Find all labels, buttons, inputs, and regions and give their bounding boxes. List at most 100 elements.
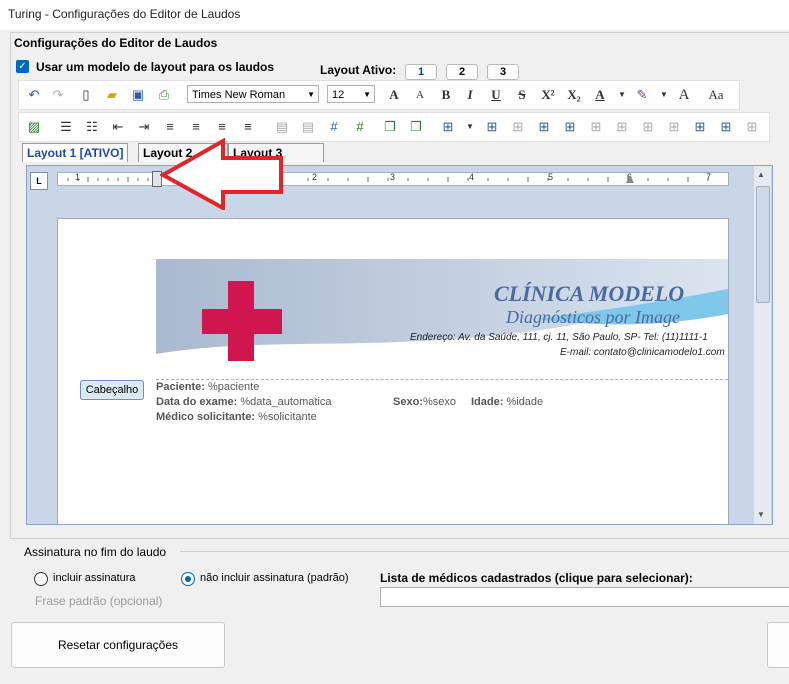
use-layout-label[interactable]: Usar um modelo de layout para os laudos — [36, 60, 274, 74]
scroll-down-icon[interactable]: ▼ — [757, 510, 765, 519]
chevron-down-icon: ▼ — [307, 90, 315, 99]
table-icon[interactable]: ⊞ — [587, 118, 605, 136]
chevron-down-icon[interactable]: ▼ — [613, 86, 631, 104]
reset-settings-button[interactable]: Resetar configurações — [11, 622, 225, 668]
shrink-font-button[interactable]: A — [411, 86, 429, 104]
table-icon[interactable]: ⊞ — [613, 118, 631, 136]
table-icon[interactable]: ⊞ — [691, 118, 709, 136]
superscript-button[interactable]: X² — [539, 86, 557, 104]
table-icon[interactable]: ⊞ — [743, 118, 761, 136]
annotation-arrow-icon — [160, 138, 283, 210]
tab-stop-selector[interactable]: L — [30, 172, 48, 190]
sex-label: Sexo: — [393, 396, 423, 408]
doctors-list[interactable] — [380, 587, 789, 607]
bold-button[interactable]: B — [437, 86, 455, 104]
horizontal-ruler[interactable]: 1 2 3 4 5 6 7 — [57, 171, 729, 187]
layout-1-button[interactable]: 1 — [405, 64, 437, 80]
increase-indent-icon[interactable]: ⇥ — [135, 118, 153, 136]
table-icon[interactable]: ⊞ — [639, 118, 657, 136]
highlight-icon[interactable]: ✎ — [633, 86, 651, 104]
align-left-icon[interactable]: ≡ — [161, 118, 179, 136]
layout-3-button[interactable]: 3 — [487, 64, 519, 80]
page-icon[interactable]: ▤ — [273, 118, 291, 136]
section-divider — [180, 551, 789, 552]
sex-field: Sexo:%sexo — [393, 396, 456, 408]
exclude-signature-label[interactable]: não incluir assinatura (padrão) — [200, 572, 349, 584]
tab-layout-1[interactable]: Layout 1 [ATIVO] — [22, 143, 129, 162]
numbered-list-icon[interactable]: ☷ — [83, 118, 101, 136]
save-icon[interactable]: ▣ — [129, 86, 147, 104]
formatting-toolbar: ↶ ↷ ▯ ▰ ▣ ⎙ Times New Roman ▼ 12 ▼ A A B I… — [18, 80, 740, 110]
decrease-indent-icon[interactable]: ⇤ — [109, 118, 127, 136]
exclude-signature-radio[interactable] — [181, 572, 195, 586]
clinic-header-banner: CLÍNICA MODELO Diagnósticos por Image En… — [156, 259, 728, 374]
justify-icon[interactable]: ≡ — [239, 118, 257, 136]
font-size-value: 12 — [332, 89, 345, 101]
include-signature-radio[interactable] — [34, 572, 48, 586]
underline-button[interactable]: U — [487, 86, 505, 104]
chevron-down-icon[interactable]: ▼ — [655, 86, 673, 104]
field-icon[interactable]: # — [325, 118, 343, 136]
patient-field: Paciente: %paciente — [156, 381, 259, 393]
copy-format-icon[interactable]: ❐ — [381, 118, 399, 136]
red-cross-logo-bar — [202, 309, 282, 334]
table-icon[interactable]: ⊞ — [717, 118, 735, 136]
chevron-down-icon[interactable]: ▼ — [461, 118, 479, 136]
align-center-icon[interactable]: ≡ — [187, 118, 205, 136]
layout-tabs: Layout 1 [ATIVO] Layout 2 Layout 3 — [22, 143, 782, 163]
ruler-number: 4 — [469, 172, 475, 182]
right-indent-marker[interactable] — [626, 175, 634, 183]
strikethrough-button[interactable]: S — [513, 86, 531, 104]
table-icon[interactable]: ⊞ — [535, 118, 553, 136]
include-signature-label[interactable]: incluir assinatura — [53, 572, 136, 584]
clinic-email: E-mail: contato@clinicamodelo1.com — [560, 347, 725, 358]
paste-format-icon[interactable]: ❐ — [407, 118, 425, 136]
italic-button[interactable]: I — [461, 86, 479, 104]
align-right-icon[interactable]: ≡ — [213, 118, 231, 136]
clinic-address: Endereço: Av. da Saúde, 111, cj. 11, São… — [410, 332, 708, 343]
grow-font-button[interactable]: A — [385, 86, 403, 104]
font-color-button[interactable]: A — [591, 86, 609, 104]
window-title: Turing - Configurações do Editor de Laud… — [8, 7, 241, 21]
layout-2-button[interactable]: 2 — [446, 64, 478, 80]
insert-table-icon[interactable]: ⊞ — [439, 118, 457, 136]
subscript-button[interactable]: X₂ — [565, 86, 583, 104]
secondary-button[interactable] — [767, 622, 789, 668]
field-icon[interactable]: # — [351, 118, 369, 136]
signature-section-title: Assinatura no fim do laudo — [24, 545, 167, 559]
age-value: %idade — [506, 396, 544, 408]
ruler-number: 3 — [390, 172, 396, 182]
print-preview-icon[interactable]: ⎙ — [155, 86, 173, 104]
exam-date-value: %data_automatica — [240, 396, 332, 408]
undo-icon[interactable]: ↶ — [25, 86, 43, 104]
bullet-list-icon[interactable]: ☰ — [57, 118, 75, 136]
page-icon[interactable]: ▤ — [299, 118, 317, 136]
doctor-value: %solicitante — [258, 411, 317, 423]
document-page[interactable]: CLÍNICA MODELO Diagnósticos por Image En… — [57, 218, 729, 524]
scroll-up-icon[interactable]: ▲ — [757, 170, 765, 179]
patient-label: Paciente: — [156, 381, 205, 393]
font-size-select[interactable]: 12 ▼ — [327, 85, 375, 103]
table-icon[interactable]: ⊞ — [509, 118, 527, 136]
chevron-down-icon: ▼ — [363, 90, 371, 99]
change-case-button[interactable]: Aa — [701, 86, 731, 104]
clinic-subtitle: Diagnósticos por Image — [506, 307, 680, 327]
table-icon[interactable]: ⊞ — [483, 118, 501, 136]
table-icon[interactable]: ⊞ — [561, 118, 579, 136]
header-section-tag[interactable]: Cabeçalho — [80, 380, 144, 400]
redo-icon[interactable]: ↷ — [49, 86, 67, 104]
font-family-value: Times New Roman — [192, 89, 286, 101]
scroll-thumb[interactable] — [756, 186, 770, 303]
sex-value: %sexo — [422, 396, 456, 408]
vertical-scrollbar[interactable]: ▲ ▼ — [754, 166, 771, 524]
use-layout-checkbox[interactable]: ✓ — [16, 60, 29, 73]
open-folder-icon[interactable]: ▰ — [103, 86, 121, 104]
new-document-icon[interactable]: ▯ — [77, 86, 95, 104]
document-editor[interactable]: L 1 2 3 4 5 6 7 CLÍNICA MODELO Diagnósti… — [26, 165, 773, 525]
default-phrase-label: Frase padrão (opcional) — [35, 594, 163, 608]
table-icon[interactable]: ⊞ — [665, 118, 683, 136]
exam-date-field: Data do exame: %data_automatica — [156, 396, 332, 408]
font-family-select[interactable]: Times New Roman ▼ — [187, 85, 319, 103]
font-dialog-button[interactable]: A — [675, 86, 693, 104]
insert-image-icon[interactable]: ▨ — [25, 118, 43, 136]
